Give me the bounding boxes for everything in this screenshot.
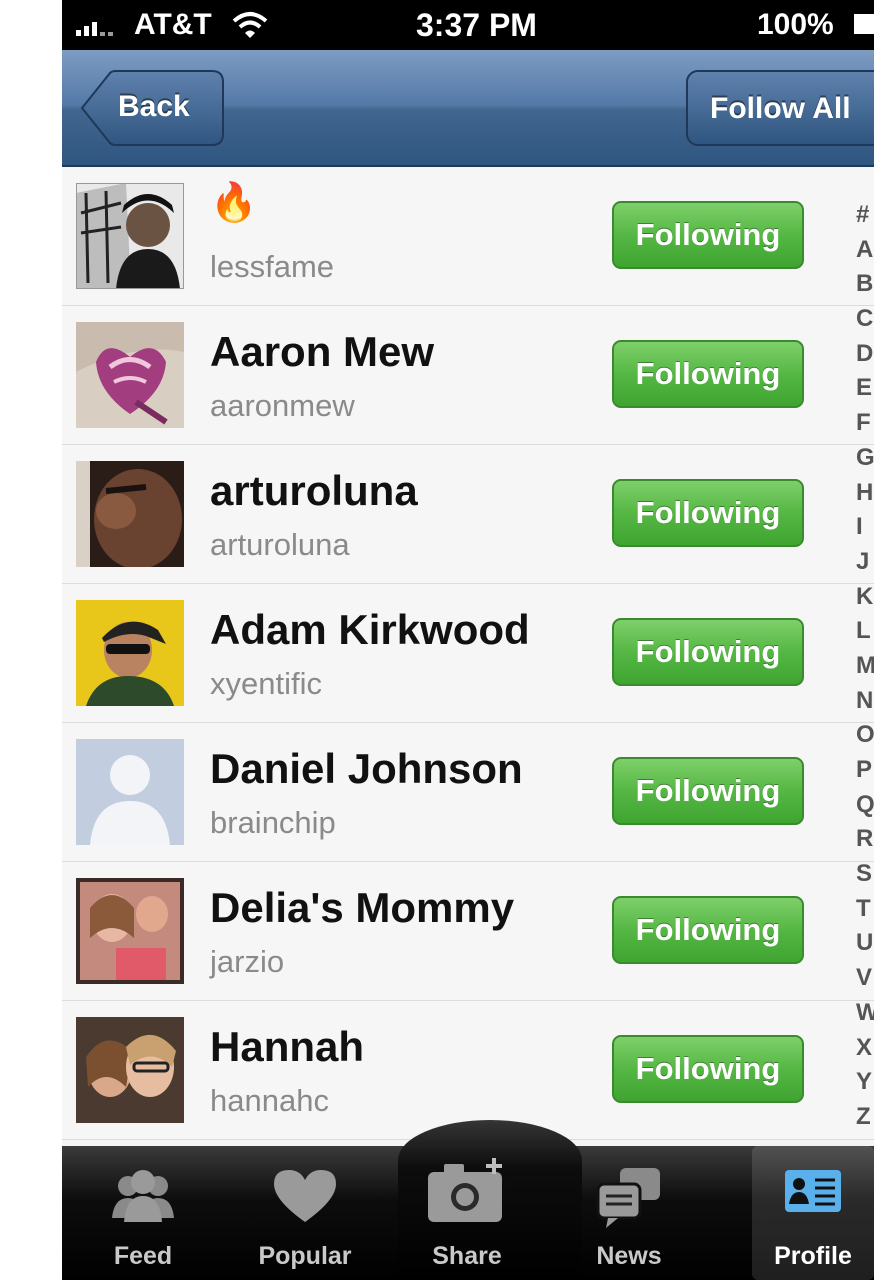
index-letter[interactable]: E: [856, 371, 874, 406]
following-button[interactable]: Following: [612, 479, 804, 547]
username: lessfame: [210, 249, 335, 284]
people-icon: [108, 1166, 178, 1231]
list-item[interactable]: Delia's Mommy jarzio Following: [62, 862, 874, 1001]
tab-profile[interactable]: Profile: [752, 1146, 874, 1280]
signal-icon: [76, 22, 113, 36]
index-letter[interactable]: T: [856, 892, 874, 927]
index-letter[interactable]: B: [856, 267, 874, 302]
profile-card-icon: [783, 1166, 843, 1221]
following-button[interactable]: Following: [612, 896, 804, 964]
index-letter[interactable]: J: [856, 545, 874, 580]
index-letter[interactable]: C: [856, 302, 874, 337]
navigation-bar: Back Follow All: [62, 50, 874, 167]
index-letter[interactable]: N: [856, 684, 874, 719]
following-button[interactable]: Following: [612, 1035, 804, 1103]
avatar[interactable]: [76, 1017, 184, 1123]
index-letter[interactable]: Q: [856, 788, 874, 823]
username: brainchip: [210, 805, 336, 840]
display-name: 🔥: [210, 182, 258, 224]
tab-feed-label: Feed: [113, 1242, 173, 1270]
index-letter[interactable]: I: [856, 510, 874, 545]
tab-share[interactable]: Share: [386, 1146, 548, 1280]
list-item[interactable]: 🔥 lessfame Following: [62, 167, 874, 306]
index-letter[interactable]: V: [856, 961, 874, 996]
heart-icon: [270, 1166, 340, 1231]
index-letter[interactable]: O: [856, 718, 874, 753]
status-bar: AT&T 3:37 PM 100%: [62, 0, 874, 50]
tab-bar: Feed Popular Share News Profile: [62, 1146, 874, 1280]
camera-icon: [422, 1156, 512, 1231]
avatar[interactable]: [76, 183, 184, 289]
avatar[interactable]: [76, 739, 184, 845]
back-button[interactable]: Back: [80, 70, 224, 146]
follow-all-button[interactable]: Follow All: [686, 70, 874, 146]
clock: 3:37 PM: [416, 7, 537, 43]
user-list: 🔥 lessfame Following Aaron Mew aaronmew …: [62, 167, 874, 1140]
following-button[interactable]: Following: [612, 201, 804, 269]
tab-popular[interactable]: Popular: [224, 1146, 386, 1280]
list-item[interactable]: Hannah hannahc Following: [62, 1001, 874, 1140]
index-letter[interactable]: F: [856, 406, 874, 441]
following-button[interactable]: Following: [612, 618, 804, 686]
username: arturoluna: [210, 527, 350, 562]
username: hannahc: [210, 1083, 329, 1118]
app-screen: AT&T 3:37 PM 100% Back Follow All 🔥 less…: [62, 0, 874, 1280]
following-button[interactable]: Following: [612, 340, 804, 408]
index-letter[interactable]: G: [856, 441, 874, 476]
list-item[interactable]: Adam Kirkwood xyentific Following: [62, 584, 874, 723]
avatar[interactable]: [76, 461, 184, 567]
battery-percent: 100%: [757, 8, 834, 41]
index-letter[interactable]: P: [856, 753, 874, 788]
index-letter[interactable]: X: [856, 1031, 874, 1066]
username: jarzio: [210, 944, 285, 979]
carrier-label: AT&T: [134, 8, 212, 41]
following-button[interactable]: Following: [612, 757, 804, 825]
avatar[interactable]: [76, 322, 184, 428]
display-name: Delia's Mommy: [210, 884, 515, 931]
back-button-label: Back: [118, 90, 190, 123]
tab-popular-label: Popular: [258, 1242, 352, 1270]
list-item[interactable]: Aaron Mew aaronmew Following: [62, 306, 874, 445]
username: aaronmew: [210, 388, 355, 423]
index-letter[interactable]: W: [856, 996, 874, 1031]
avatar[interactable]: [76, 600, 184, 706]
tab-feed[interactable]: Feed: [62, 1146, 224, 1280]
index-letter[interactable]: A: [856, 233, 874, 268]
tab-profile-label: Profile: [774, 1242, 852, 1270]
username: xyentific: [210, 666, 322, 701]
display-name: Hannah: [210, 1023, 365, 1070]
avatar[interactable]: [76, 878, 184, 984]
index-letter[interactable]: S: [856, 857, 874, 892]
display-name: arturoluna: [210, 467, 418, 514]
index-letter[interactable]: R: [856, 822, 874, 857]
tab-share-label: Share: [432, 1242, 502, 1270]
display-name: Daniel Johnson: [210, 745, 523, 792]
index-letter[interactable]: H: [856, 476, 874, 511]
list-item[interactable]: Daniel Johnson brainchip Following: [62, 723, 874, 862]
display-name: Aaron Mew: [210, 328, 435, 375]
battery-icon: [854, 14, 874, 34]
index-letter[interactable]: K: [856, 580, 874, 615]
index-letter[interactable]: M: [856, 649, 874, 684]
display-name: Adam Kirkwood: [210, 606, 530, 653]
index-letter[interactable]: D: [856, 337, 874, 372]
tab-news[interactable]: News: [548, 1146, 710, 1280]
index-letter[interactable]: Y: [856, 1065, 874, 1100]
index-letter[interactable]: L: [856, 614, 874, 649]
alphabet-index[interactable]: # A B C D E F G H I J K L M N O P Q R S T U V W X Y Z: [856, 198, 874, 1135]
tab-news-label: News: [596, 1242, 662, 1270]
index-letter[interactable]: U: [856, 926, 874, 961]
index-letter[interactable]: #: [856, 198, 874, 233]
list-item[interactable]: arturoluna arturoluna Following: [62, 445, 874, 584]
wifi-icon: [232, 10, 268, 48]
speech-bubbles-icon: [594, 1166, 664, 1235]
index-letter[interactable]: Z: [856, 1100, 874, 1135]
